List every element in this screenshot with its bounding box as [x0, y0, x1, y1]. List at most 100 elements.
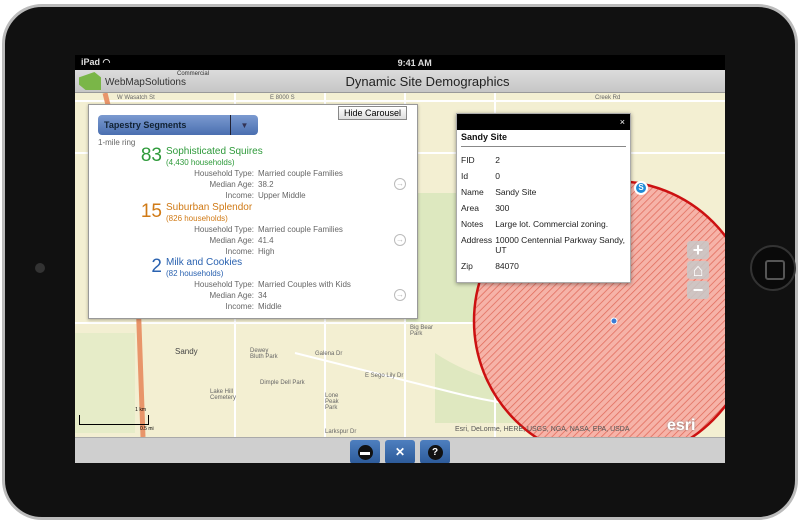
field-value: 84070 — [495, 261, 519, 271]
income-value: Upper Middle — [258, 191, 306, 200]
popup-field-row: FID 2 — [460, 152, 627, 168]
median-age-value: 34 — [258, 291, 267, 300]
bottom-toolbar: ▬ ✕ ? — [75, 437, 725, 463]
field-value: 10000 Centennial Parkway Sandy, UT — [495, 235, 625, 255]
zoom-out-button[interactable]: − — [687, 281, 709, 299]
household-type-label: Household Type: — [194, 169, 254, 178]
household-type-label: Household Type: — [194, 280, 254, 289]
segment-rank: 83 — [140, 145, 162, 166]
attribution: Esri, DeLorme, HERE, USGS, NGA, NASA, EP… — [455, 426, 630, 433]
chevron-down-icon: ▼ — [230, 115, 258, 135]
title-bar: WebMapSolutions Commercial Dynamic Site … — [75, 70, 725, 93]
screen: iPad ◠ 9:41 AM WebMapSolutions Commercia… — [75, 55, 725, 463]
layers-icon: ▬ — [357, 444, 373, 460]
map-label: E Sego Lily Dr — [365, 373, 404, 379]
household-type-label: Household Type: — [194, 225, 254, 234]
zoom-in-button[interactable]: + — [687, 241, 709, 259]
map-label: Dewey Bluth Park — [250, 348, 278, 360]
segment-rank: 15 — [140, 201, 162, 222]
help-icon: ? — [427, 444, 443, 460]
median-age-label: Median Age: — [209, 180, 254, 189]
map-label: Sandy — [175, 347, 198, 356]
carousel-panel: Hide Carousel Tapestry Segments ▼ 1-mile… — [88, 104, 418, 319]
field-key: Name — [461, 187, 484, 197]
tapestry-dropdown[interactable]: Tapestry Segments ▼ — [98, 115, 258, 135]
device-label: iPad — [81, 57, 101, 67]
field-key: FID — [461, 155, 475, 165]
esri-logo: esri — [667, 417, 696, 434]
map-label: Larkspur Dr — [325, 429, 357, 435]
segment-rank: 2 — [151, 256, 162, 277]
tools-icon: ✕ — [394, 445, 406, 459]
site-popup: × Sandy Site FID 2 Id 0 Name Sandy Site Area 30… — [456, 113, 631, 283]
field-value: 2 — [495, 155, 500, 165]
camera — [35, 263, 45, 273]
median-age-value: 38.2 — [258, 180, 274, 189]
map[interactable]: W Wasatch St E 8000 S Creek Rd Sandy Dim… — [75, 93, 725, 437]
popup-field-row: Zip 84070 — [460, 258, 627, 274]
field-value: Sandy Site — [495, 187, 537, 197]
site-point — [610, 317, 618, 325]
field-key: Address — [461, 235, 493, 245]
segment-households: (82 households) — [166, 269, 224, 278]
map-label: Creek Rd — [595, 95, 621, 101]
map-label: Dimple Dell Park — [260, 380, 305, 386]
median-age-label: Median Age: — [209, 236, 254, 245]
popup-field-row: Notes Large lot. Commercial zoning. — [460, 216, 627, 232]
site-pin[interactable]: S — [634, 181, 648, 195]
income-value: High — [258, 247, 275, 256]
field-key: Id — [461, 171, 469, 181]
layers-button[interactable]: ▬ — [350, 440, 380, 463]
field-value: Large lot. Commercial zoning. — [495, 219, 609, 229]
income-value: Middle — [258, 302, 282, 311]
field-key: Area — [461, 203, 479, 213]
page-title: Dynamic Site Demographics — [345, 74, 510, 89]
household-type-value: Married Couples with Kids — [258, 280, 351, 289]
popup-field-row: Address 10000 Centennial Parkway Sandy, U… — [460, 232, 627, 258]
zoom-controls: + ⌂ − — [687, 241, 711, 301]
tools-button[interactable]: ✕ — [385, 440, 415, 463]
scale-bar: 1 km 0.5 mi — [79, 407, 154, 432]
popup-field-row: Id 0 — [460, 168, 627, 184]
income-label: Income: — [225, 247, 254, 256]
hide-carousel-button[interactable]: Hide Carousel — [337, 106, 407, 120]
arrow-right-icon[interactable]: → — [394, 234, 406, 246]
popup-fields: FID 2 Id 0 Name Sandy Site Area 300 Notes Large l… — [460, 152, 627, 274]
scale-mi: 0.5 mi — [140, 426, 154, 432]
household-type-value: Married couple Families — [258, 225, 343, 234]
scale-km: 1 km — [135, 407, 146, 413]
home-extent-button[interactable]: ⌂ — [687, 261, 709, 279]
ring-label: 1-mile ring — [98, 138, 136, 147]
segment-name[interactable]: Milk and Cookies — [166, 257, 242, 268]
close-icon[interactable]: × — [620, 117, 625, 127]
status-bar: iPad ◠ 9:41 AM — [75, 55, 725, 70]
dropdown-label: Tapestry Segments — [104, 120, 187, 130]
field-key: Zip — [461, 261, 473, 271]
field-key: Notes — [461, 219, 484, 229]
field-value: 300 — [495, 203, 510, 213]
wifi-icon: ◠ — [102, 57, 111, 67]
income-label: Income: — [225, 191, 254, 200]
segment-households: (826 households) — [166, 214, 228, 223]
median-age-label: Median Age: — [209, 291, 254, 300]
income-label: Income: — [225, 302, 254, 311]
map-label: E 8000 S — [270, 95, 295, 101]
segment-name[interactable]: Sophisticated Squires — [166, 146, 263, 157]
map-label: Lake Hill Cemetery — [210, 389, 237, 401]
help-button[interactable]: ? — [420, 440, 450, 463]
household-type-value: Married couple Families — [258, 169, 343, 178]
map-label: Lone Peak Park — [325, 393, 339, 411]
popup-field-row: Name Sandy Site — [460, 184, 627, 200]
clock: 9:41 AM — [397, 57, 432, 68]
field-value: 0 — [495, 171, 500, 181]
arrow-right-icon[interactable]: → — [394, 289, 406, 301]
map-label: Galena Dr — [315, 351, 343, 357]
map-label: Big Bear Park — [410, 325, 434, 337]
arrow-right-icon[interactable]: → — [394, 178, 406, 190]
popup-title: Sandy Site — [461, 132, 626, 147]
map-label: W Wasatch St — [117, 95, 155, 101]
home-button[interactable] — [750, 245, 796, 291]
segment-households: (4,430 households) — [166, 158, 235, 167]
median-age-value: 41.4 — [258, 236, 274, 245]
segment-name[interactable]: Suburban Splendor — [166, 202, 252, 213]
